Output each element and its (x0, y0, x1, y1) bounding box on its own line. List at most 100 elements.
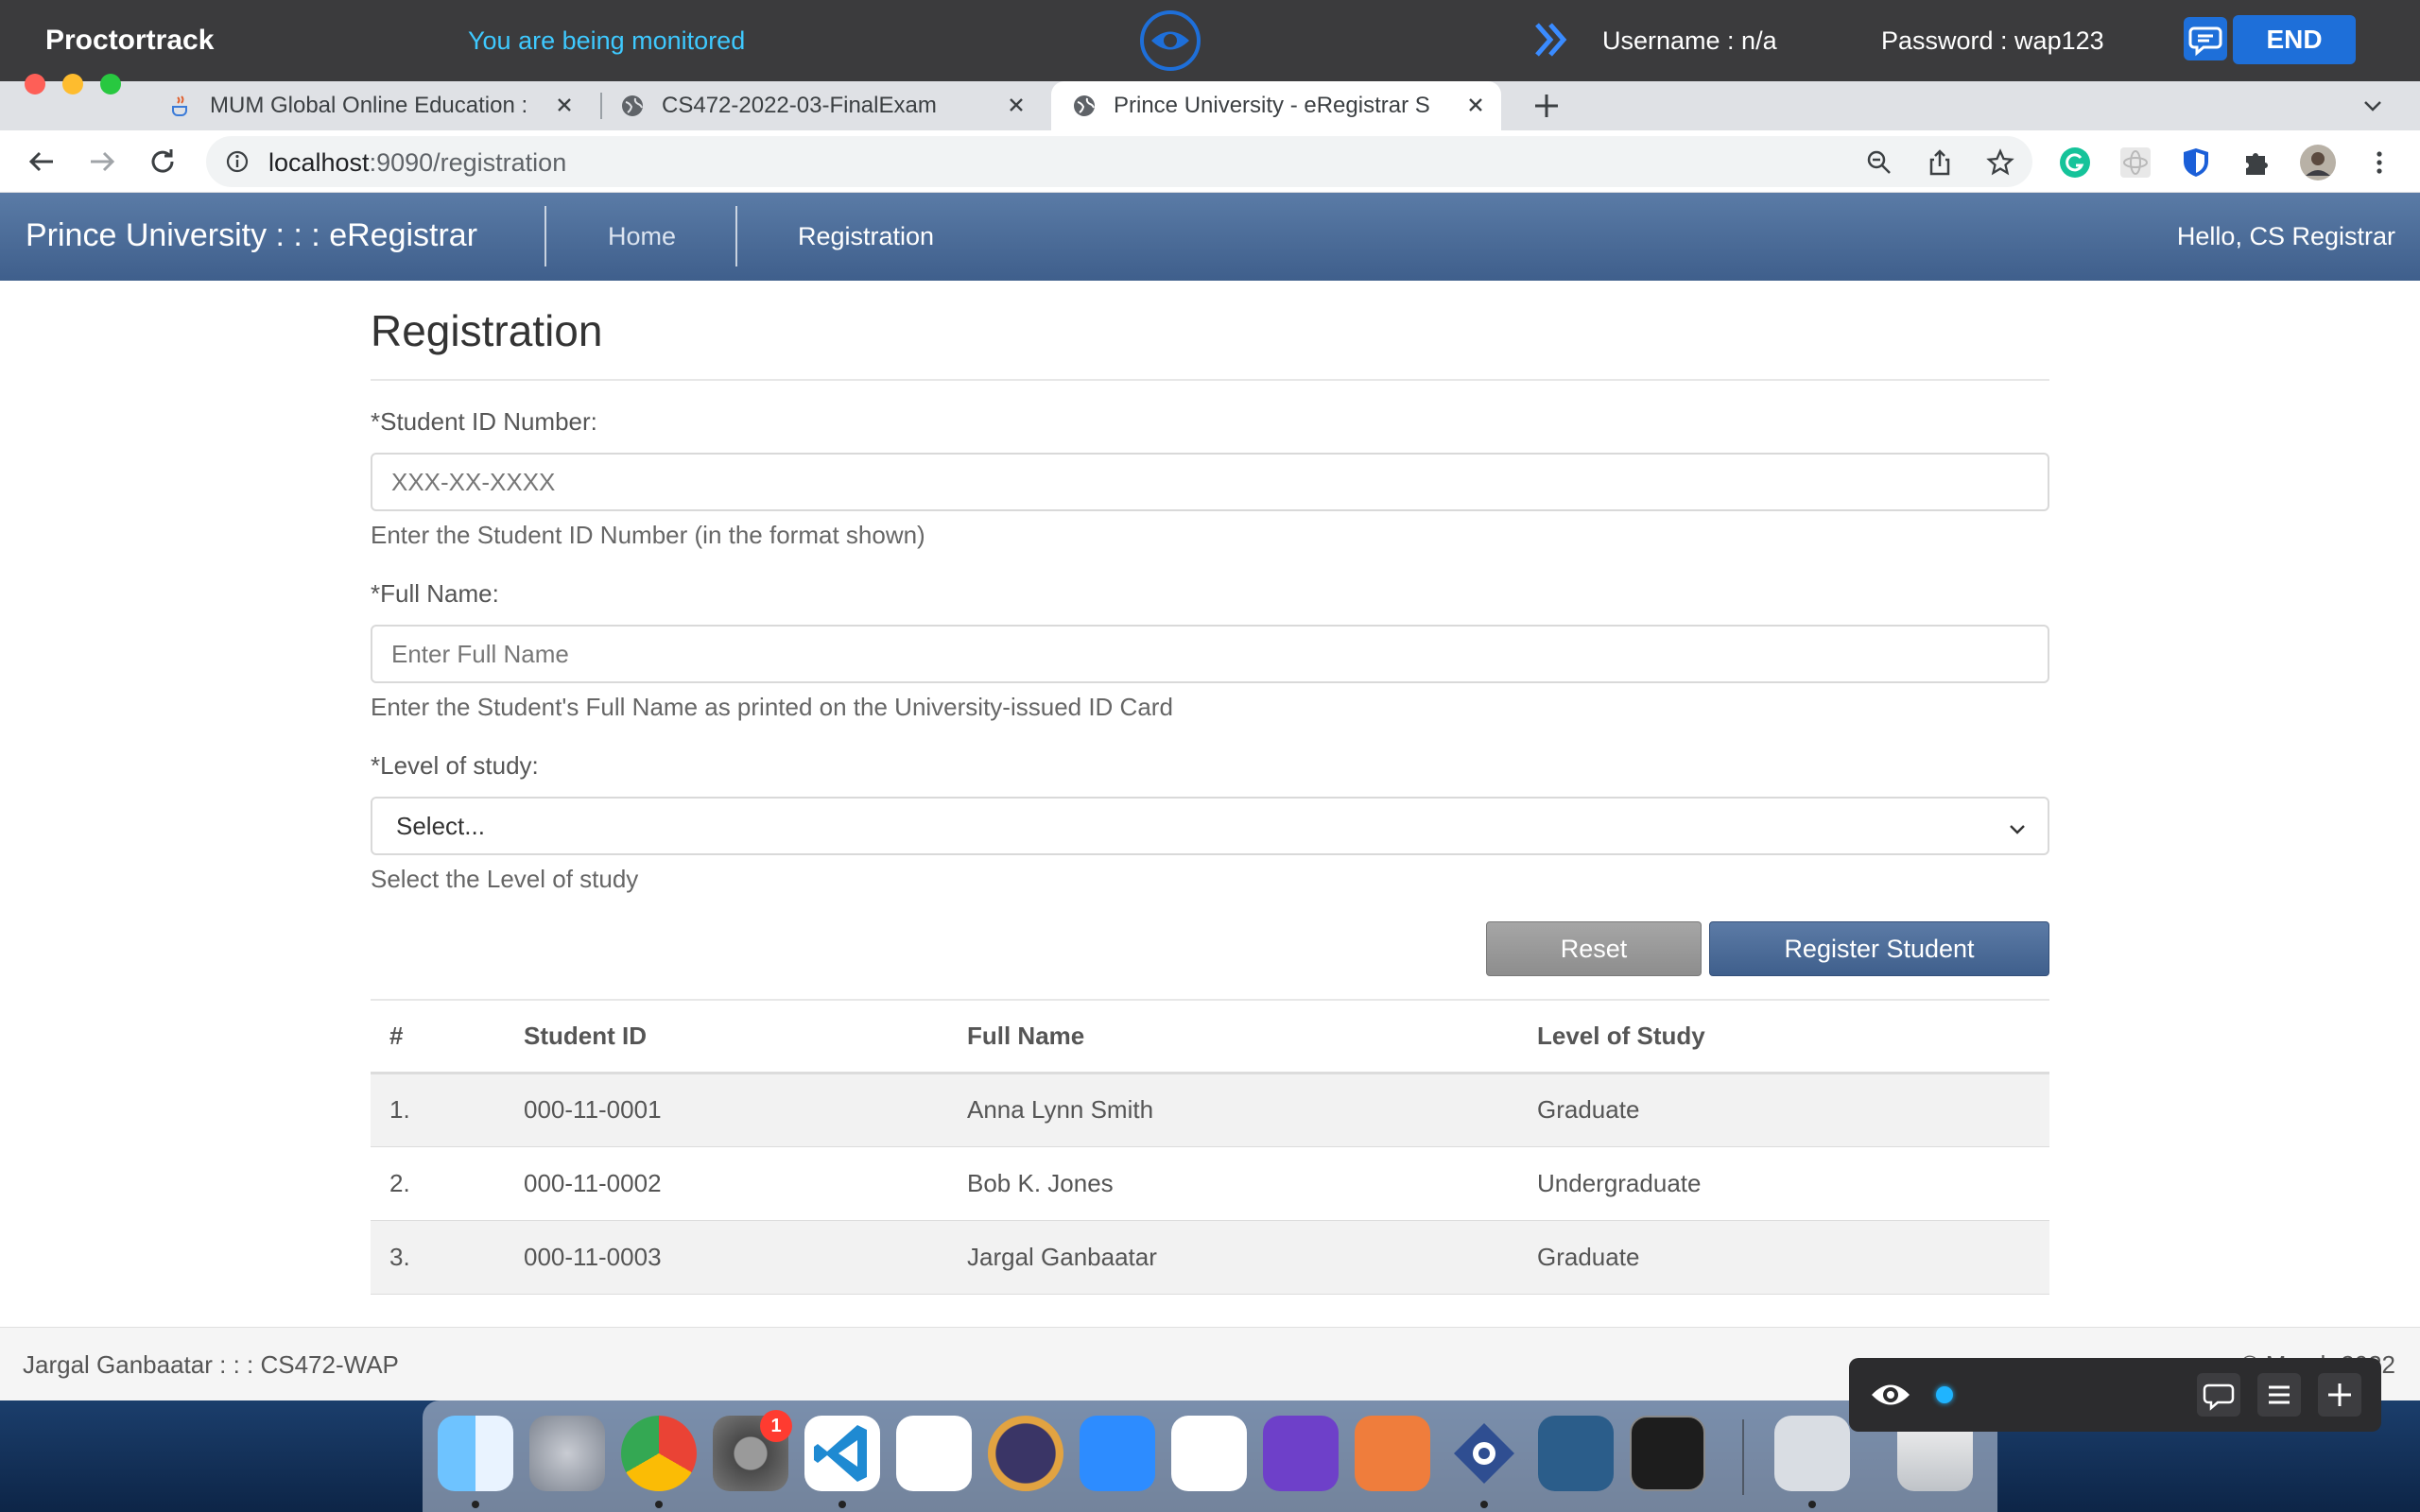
table-row: 1. 000-11-0001 Anna Lynn Smith Graduate (371, 1073, 2049, 1147)
column-header-full-name: Full Name (948, 1001, 1518, 1074)
tab-separator (600, 93, 602, 119)
level-select-value: Select... (396, 811, 485, 840)
shield-icon[interactable] (2180, 146, 2212, 179)
level-label: *Level of study: (371, 751, 539, 780)
plus-icon[interactable] (1530, 89, 1564, 123)
eye-icon[interactable] (1139, 9, 1201, 72)
react-devtools-icon[interactable] (2119, 146, 2152, 179)
globe-icon (1074, 95, 1095, 116)
divider (371, 379, 2049, 381)
app-navbar: Prince University : : : eRegistrar Home … (0, 193, 2420, 281)
window-minimize-button[interactable] (62, 74, 83, 94)
plus-icon[interactable] (2318, 1373, 2361, 1417)
tab-final-exam[interactable]: CS472-2022-03-FinalExam (620, 81, 1042, 130)
column-header-level: Level of Study (1518, 1001, 2049, 1074)
finder-icon[interactable] (438, 1416, 513, 1491)
url-host: localhost (268, 148, 370, 177)
chat-icon[interactable] (2184, 17, 2227, 60)
chrome-icon[interactable] (621, 1416, 697, 1491)
chevron-down-icon (2010, 825, 2025, 834)
register-student-button[interactable]: Register Student (1709, 921, 2049, 976)
tab-title: Prince University - eRegistrar S (1114, 93, 1430, 118)
tab-prince-university[interactable]: Prince University - eRegistrar S (1051, 81, 1501, 130)
eye-icon[interactable] (1868, 1375, 1913, 1415)
student-id-help: Enter the Student ID Number (in the form… (371, 521, 925, 549)
nav-link-home[interactable]: Home (608, 222, 676, 251)
vscode-icon[interactable] (804, 1416, 880, 1491)
student-id-input[interactable] (371, 453, 2049, 511)
row-level: Graduate (1518, 1073, 2049, 1147)
student-id-label: *Student ID Number: (371, 407, 597, 436)
nav-link-registration[interactable]: Registration (798, 222, 934, 251)
back-arrow-icon[interactable] (25, 145, 59, 179)
grammarly-icon[interactable] (2059, 146, 2091, 179)
close-icon[interactable] (1004, 93, 1028, 117)
row-number: 2. (371, 1146, 505, 1221)
close-icon[interactable] (1463, 93, 1488, 117)
chevron-down-icon[interactable] (2360, 93, 2386, 119)
full-name-input[interactable] (371, 625, 2049, 683)
row-number: 1. (371, 1073, 505, 1147)
forward-arrow-icon[interactable] (85, 145, 119, 179)
double-chevron-icon[interactable] (1531, 19, 1573, 60)
running-indicator (472, 1501, 479, 1508)
window-close-button[interactable] (25, 74, 45, 94)
table-row: 3. 000-11-0003 Jargal Ganbaatar Graduate (371, 1220, 2049, 1295)
eclipse-icon[interactable] (988, 1416, 1063, 1491)
postman-icon[interactable] (1355, 1416, 1430, 1491)
proctortrack-icon[interactable] (1446, 1416, 1522, 1491)
main-content: Registration *Student ID Number: Enter t… (0, 281, 2420, 1327)
row-full-name: Jargal Ganbaatar (948, 1220, 1518, 1295)
proctortrack-bar: Proctortrack You are being monitored Use… (0, 0, 2420, 81)
teams-icon[interactable] (1171, 1416, 1247, 1491)
table-header-row: # Student ID Full Name Level of Study (371, 1001, 2049, 1074)
launchpad-icon[interactable] (529, 1416, 605, 1491)
reload-icon[interactable] (146, 145, 180, 179)
window-zoom-button[interactable] (100, 74, 121, 94)
android-studio-icon[interactable] (896, 1416, 972, 1491)
proctortrack-brand: Proctortrack (45, 25, 215, 56)
app-brand[interactable]: Prince University : : : eRegistrar (26, 217, 477, 254)
full-name-label: *Full Name: (371, 579, 499, 608)
github-desktop-icon[interactable] (1263, 1416, 1339, 1491)
row-full-name: Bob K. Jones (948, 1146, 1518, 1221)
tab-mum-global[interactable]: MUM Global Online Education : (168, 81, 590, 130)
row-student-id: 000-11-0001 (505, 1073, 948, 1147)
nav-divider (544, 206, 546, 266)
level-select[interactable]: Select... (371, 797, 2049, 855)
students-table: # Student ID Full Name Level of Study 1.… (371, 1001, 2049, 1295)
reset-button[interactable]: Reset (1486, 921, 1702, 976)
java-cup-icon (172, 95, 187, 116)
share-icon[interactable] (1925, 147, 1955, 178)
column-header-student-id: Student ID (505, 1001, 948, 1074)
chat-icon[interactable] (2197, 1373, 2240, 1417)
url-path: :9090/registration (369, 148, 567, 177)
tab-title: MUM Global Online Education : (210, 93, 528, 118)
page-title: Registration (371, 306, 603, 355)
proctor-mini-toolbar (1849, 1358, 2381, 1432)
puzzle-icon[interactable] (2240, 146, 2273, 179)
running-indicator (1480, 1501, 1488, 1508)
row-full-name: Anna Lynn Smith (948, 1073, 1518, 1147)
dock (423, 1400, 1997, 1512)
full-name-help: Enter the Student's Full Name as printed… (371, 693, 1173, 721)
address-bar[interactable]: localhost:9090/registration (206, 136, 2032, 187)
bookmark-star-icon[interactable] (1985, 147, 2015, 178)
info-icon[interactable] (225, 149, 250, 174)
user-greeting[interactable]: Hello, CS Registrar (2177, 222, 2395, 251)
terminal-icon[interactable] (1630, 1416, 1705, 1491)
zoom-out-icon[interactable] (1864, 147, 1894, 178)
avatar[interactable] (2299, 144, 2337, 181)
nav-divider (735, 206, 737, 266)
url-text[interactable]: localhost:9090/registration (268, 148, 566, 178)
menu-icon[interactable] (2257, 1373, 2301, 1417)
footer-credit: Jargal Ganbaatar : : : CS472-WAP (23, 1350, 399, 1379)
notification-badge: 1 (760, 1410, 792, 1442)
preview-icon[interactable] (1774, 1416, 1850, 1491)
zoom-icon[interactable] (1080, 1416, 1155, 1491)
more-vertical-icon[interactable] (2363, 146, 2395, 179)
end-session-button[interactable]: END (2233, 15, 2356, 64)
close-icon[interactable] (552, 93, 577, 117)
mysql-workbench-icon[interactable] (1538, 1416, 1614, 1491)
column-header-number: # (371, 1001, 505, 1074)
